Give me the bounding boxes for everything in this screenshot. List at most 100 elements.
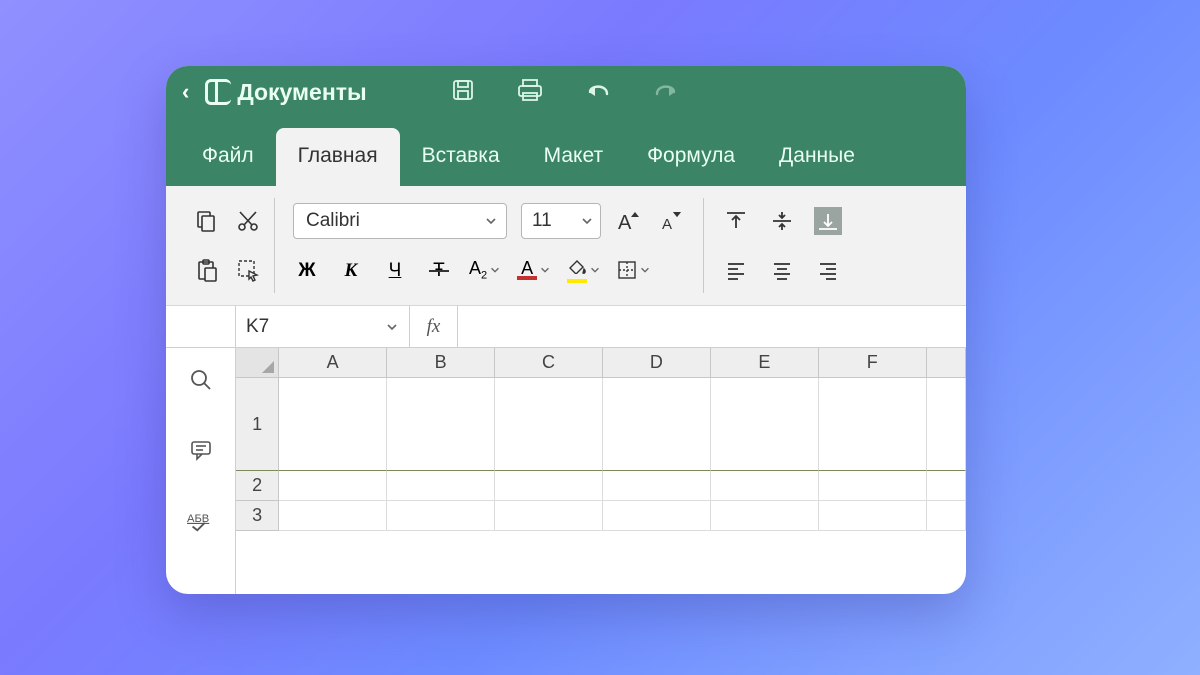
cell[interactable]: [819, 378, 927, 471]
increase-font-button[interactable]: A: [615, 207, 643, 235]
chevron-down-icon: [489, 264, 501, 276]
cell[interactable]: [279, 471, 387, 501]
name-box[interactable]: K7: [236, 306, 410, 347]
column-header[interactable]: E: [711, 348, 819, 377]
cell[interactable]: [927, 378, 966, 471]
italic-button[interactable]: К: [337, 256, 365, 284]
column-header[interactable]: D: [603, 348, 711, 377]
menu-formula[interactable]: Формула: [625, 128, 757, 186]
chevron-down-icon: [580, 214, 594, 228]
cell[interactable]: [495, 501, 603, 531]
align-middle-button[interactable]: [768, 207, 796, 235]
cell[interactable]: [819, 471, 927, 501]
cell[interactable]: [711, 501, 819, 531]
cell[interactable]: [279, 501, 387, 531]
align-middle-icon: [771, 210, 793, 232]
column-header[interactable]: C: [495, 348, 603, 377]
cell[interactable]: [603, 501, 711, 531]
ribbon-font-group: Calibri 11 A A Ж К Ч Ŧ: [275, 186, 703, 305]
cell[interactable]: [603, 378, 711, 471]
formula-input[interactable]: [458, 306, 966, 347]
menu-data[interactable]: Данные: [757, 128, 877, 186]
menu-layout[interactable]: Макет: [522, 128, 625, 186]
cell[interactable]: [927, 501, 966, 531]
column-header[interactable]: B: [387, 348, 495, 377]
row-header[interactable]: 1: [236, 378, 279, 471]
column-header[interactable]: [927, 348, 966, 377]
align-right-icon: [817, 259, 839, 281]
grid-row: 3: [236, 501, 966, 531]
header: ‹ Документы Файл: [166, 66, 966, 186]
comments-button[interactable]: [187, 436, 215, 464]
cell[interactable]: [495, 378, 603, 471]
cell[interactable]: [711, 378, 819, 471]
decrease-font-button[interactable]: A: [657, 207, 685, 235]
bucket-icon: [567, 258, 587, 274]
chevron-down-icon: [484, 214, 498, 228]
menu-file[interactable]: Файл: [180, 128, 276, 186]
subscript-button[interactable]: A2: [469, 258, 501, 282]
cell[interactable]: [387, 471, 495, 501]
font-name-select[interactable]: Calibri: [293, 203, 507, 239]
workspace: АБВ A B C D E F 1 2: [166, 348, 966, 594]
align-bottom-button[interactable]: [814, 207, 842, 235]
print-button[interactable]: [517, 78, 543, 107]
align-right-button[interactable]: [814, 256, 842, 284]
select-button[interactable]: [234, 256, 262, 284]
name-box-value: K7: [246, 316, 269, 338]
cell[interactable]: [279, 378, 387, 471]
underline-button[interactable]: Ч: [381, 256, 409, 284]
align-center-icon: [771, 259, 793, 281]
select-all-corner[interactable]: [236, 348, 279, 377]
cell[interactable]: [819, 501, 927, 531]
undo-button[interactable]: [585, 80, 611, 105]
align-bottom-icon: [817, 210, 839, 232]
fx-button[interactable]: fx: [410, 306, 458, 347]
paste-icon: [194, 258, 218, 282]
menu-home[interactable]: Главная: [276, 128, 400, 186]
borders-button[interactable]: [617, 260, 651, 280]
row-header[interactable]: 3: [236, 501, 279, 531]
cell[interactable]: [495, 471, 603, 501]
chevron-down-icon: [539, 264, 551, 276]
highlight-color-button[interactable]: [567, 258, 601, 283]
cut-icon: [236, 209, 260, 233]
cell[interactable]: [927, 471, 966, 501]
ribbon-clipboard-group: [180, 186, 274, 305]
app-logo[interactable]: Документы: [205, 79, 366, 106]
side-toolbar: АБВ: [166, 348, 236, 594]
app-window: ‹ Документы Файл: [166, 66, 966, 594]
font-size-select[interactable]: 11: [521, 203, 601, 239]
search-button[interactable]: [187, 366, 215, 394]
cell[interactable]: [387, 501, 495, 531]
title-bar: ‹ Документы: [166, 66, 966, 118]
font-color-button[interactable]: A: [517, 260, 551, 280]
save-button[interactable]: [451, 78, 475, 107]
column-header[interactable]: F: [819, 348, 927, 377]
redo-button[interactable]: [653, 80, 679, 105]
svg-text:АБВ: АБВ: [187, 513, 209, 525]
spellcheck-button[interactable]: АБВ: [187, 506, 215, 534]
cut-button[interactable]: [234, 207, 262, 235]
strikethrough-button[interactable]: Ŧ: [425, 256, 453, 284]
align-center-button[interactable]: [768, 256, 796, 284]
align-top-button[interactable]: [722, 207, 750, 235]
column-headers: A B C D E F: [236, 348, 966, 378]
logo-icon: [205, 79, 231, 105]
row-header[interactable]: 2: [236, 471, 279, 501]
chevron-down-icon: [639, 264, 651, 276]
column-header[interactable]: A: [279, 348, 387, 377]
cell[interactable]: [711, 471, 819, 501]
redo-icon: [653, 80, 679, 100]
cell[interactable]: [387, 378, 495, 471]
bold-button[interactable]: Ж: [293, 256, 321, 284]
cell[interactable]: [603, 471, 711, 501]
align-left-icon: [725, 259, 747, 281]
copy-button[interactable]: [192, 207, 220, 235]
align-left-button[interactable]: [722, 256, 750, 284]
chevron-down-icon: [589, 264, 601, 276]
menu-insert[interactable]: Вставка: [400, 128, 522, 186]
back-button[interactable]: ‹: [182, 79, 189, 105]
copy-icon: [194, 209, 218, 233]
paste-button[interactable]: [192, 256, 220, 284]
